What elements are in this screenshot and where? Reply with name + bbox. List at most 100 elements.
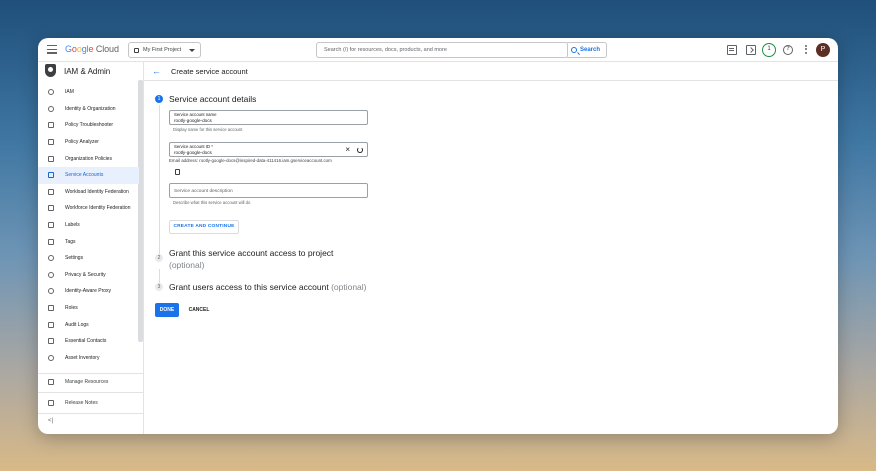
copy-icon[interactable] (173, 167, 181, 176)
sidebar-item-label: Workforce Identity Federation (65, 205, 131, 212)
sidebar-item-label: Identity-Aware Proxy (65, 288, 112, 295)
sidebar-item-identity-organization[interactable]: Identity & Organization (38, 101, 139, 118)
email-address-text: Email address: rootly-google-docs@inspir… (169, 158, 332, 163)
sidebar-item-label: Identity & Organization (65, 105, 116, 112)
sidebar: IAM & Admin IAM Identity & Organization … (38, 62, 144, 434)
project-name: My First Project (143, 47, 182, 53)
step-2-title[interactable]: Grant this service account access to pro… (169, 248, 369, 271)
clear-icon[interactable]: × (345, 146, 350, 154)
tag-icon (48, 238, 54, 245)
search-placeholder: Search (/) for resources, docs, products… (324, 47, 447, 53)
step-2-number: 2 (155, 254, 163, 262)
person-add-icon (48, 89, 54, 96)
sidebar-item-roles[interactable]: Roles (38, 300, 139, 317)
service-account-id-field[interactable]: Service account ID * rootly-google-docs … (169, 142, 368, 157)
logo-cloud-text: Cloud (95, 44, 119, 54)
sidebar-item-labels[interactable]: Labels (38, 217, 139, 234)
service-account-description-field[interactable]: Service account description (169, 183, 368, 198)
roles-icon (48, 305, 54, 312)
step-connector (159, 269, 160, 283)
field-placeholder: Service account description (174, 188, 233, 194)
step-2-title-text: Grant this service account access to pro… (169, 248, 334, 258)
sidebar-item-service-accounts[interactable]: Service Accounts (38, 166, 139, 184)
sidebar-item-policy-troubleshooter[interactable]: Policy Troubleshooter (38, 117, 139, 134)
analyzer-icon (48, 139, 54, 146)
collapse-sidebar-icon[interactable]: <| (48, 418, 53, 424)
sidebar-item-organization-policies[interactable]: Organization Policies (38, 150, 139, 167)
logo-letter: e (88, 44, 94, 54)
search-icon (571, 47, 577, 53)
sidebar-item-label: Tags (65, 238, 76, 245)
page-title: Create service account (171, 67, 248, 76)
sidebar-item-privacy-security[interactable]: Privacy & Security (38, 267, 139, 284)
service-account-icon (48, 172, 54, 179)
create-and-continue-button[interactable]: CREATE AND CONTINUE (169, 220, 239, 234)
page-header: ← Create service account (144, 62, 838, 81)
label-icon (48, 222, 54, 229)
sidebar-divider (38, 392, 144, 393)
sidebar-item-release-notes[interactable]: Release Notes (38, 395, 144, 411)
sidebar-item-tags[interactable]: Tags (38, 233, 139, 250)
sidebar-item-asset-inventory[interactable]: Asset Inventory (38, 350, 139, 367)
sidebar-item-essential-contacts[interactable]: Essential Contacts (38, 333, 139, 350)
workload-icon (48, 188, 54, 195)
sidebar-item-label: Essential Contacts (65, 338, 107, 345)
sidebar-item-label: Policy Analyzer (65, 139, 99, 146)
release-notes-icon (48, 400, 54, 406)
cloud-shell-icon[interactable] (746, 45, 756, 55)
workforce-icon (48, 205, 54, 212)
description-hint: Describe what this service account will … (173, 200, 251, 205)
done-button[interactable]: DONE (155, 303, 179, 317)
step-2-optional: (optional) (169, 259, 205, 270)
sidebar-list: IAM Identity & Organization Policy Troub… (38, 84, 139, 366)
help-icon[interactable]: ? (783, 45, 793, 55)
wrench-icon (48, 122, 54, 129)
audit-log-icon (48, 321, 54, 328)
gemini-notes-icon[interactable] (727, 45, 737, 55)
project-icon (134, 47, 140, 53)
sidebar-item-label: Policy Troubleshooter (65, 122, 114, 129)
sidebar-item-iam[interactable]: IAM (38, 84, 139, 101)
policy-icon (48, 155, 54, 162)
field-value: rootly-google-docs (174, 118, 212, 123)
sidebar-item-manage-resources[interactable]: Manage Resources (38, 374, 144, 390)
more-vert-icon[interactable] (805, 45, 808, 55)
sidebar-item-label: Release Notes (65, 400, 98, 406)
search-button[interactable]: Search (567, 42, 607, 58)
step-1-title: Service account details (169, 94, 257, 104)
step-3-optional: (optional) (331, 282, 367, 292)
search-button-label: Search (580, 47, 601, 53)
sidebar-item-identity-aware-proxy[interactable]: Identity-Aware Proxy (38, 283, 139, 300)
sidebar-item-workforce-identity[interactable]: Workforce Identity Federation (38, 200, 139, 217)
sidebar-item-label: Organization Policies (65, 155, 112, 162)
security-icon (48, 271, 54, 278)
cancel-button[interactable]: CANCEL (186, 303, 212, 317)
back-arrow-icon[interactable]: ← (152, 66, 161, 76)
sidebar-item-policy-analyzer[interactable]: Policy Analyzer (38, 134, 139, 151)
sidebar-item-label: Workload Identity Federation (65, 188, 129, 195)
google-cloud-logo[interactable]: Google Cloud (65, 44, 119, 54)
sidebar-item-label: Privacy & Security (65, 271, 106, 278)
refresh-icon[interactable] (357, 147, 363, 153)
notifications-badge[interactable]: 1 (762, 43, 776, 57)
sidebar-item-label: Settings (65, 255, 84, 262)
field-value: rootly-google-docs (174, 150, 212, 155)
sidebar-item-label: Service Accounts (65, 172, 104, 179)
logo-letter: G (65, 44, 72, 54)
sidebar-header: IAM & Admin (38, 62, 143, 80)
step-connector (159, 105, 160, 255)
menu-icon[interactable] (47, 45, 57, 54)
top-bar: Google Cloud My First Project Search (/)… (38, 38, 838, 62)
project-picker-button[interactable]: My First Project (128, 42, 201, 58)
sidebar-item-workload-identity[interactable]: Workload Identity Federation (38, 184, 139, 201)
service-account-name-field[interactable]: Service account name rootly-google-docs (169, 110, 368, 125)
search-input[interactable]: Search (/) for resources, docs, products… (316, 42, 568, 58)
avatar[interactable]: P (816, 43, 830, 57)
sidebar-item-label: Manage Resources (65, 379, 109, 385)
step-3-title[interactable]: Grant users access to this service accou… (169, 282, 367, 292)
step-3-title-text: Grant users access to this service accou… (169, 282, 329, 292)
sidebar-title: IAM & Admin (64, 67, 111, 76)
sidebar-item-label: Roles (65, 305, 78, 312)
sidebar-item-audit-logs[interactable]: Audit Logs (38, 316, 139, 333)
sidebar-item-settings[interactable]: Settings (38, 250, 139, 267)
